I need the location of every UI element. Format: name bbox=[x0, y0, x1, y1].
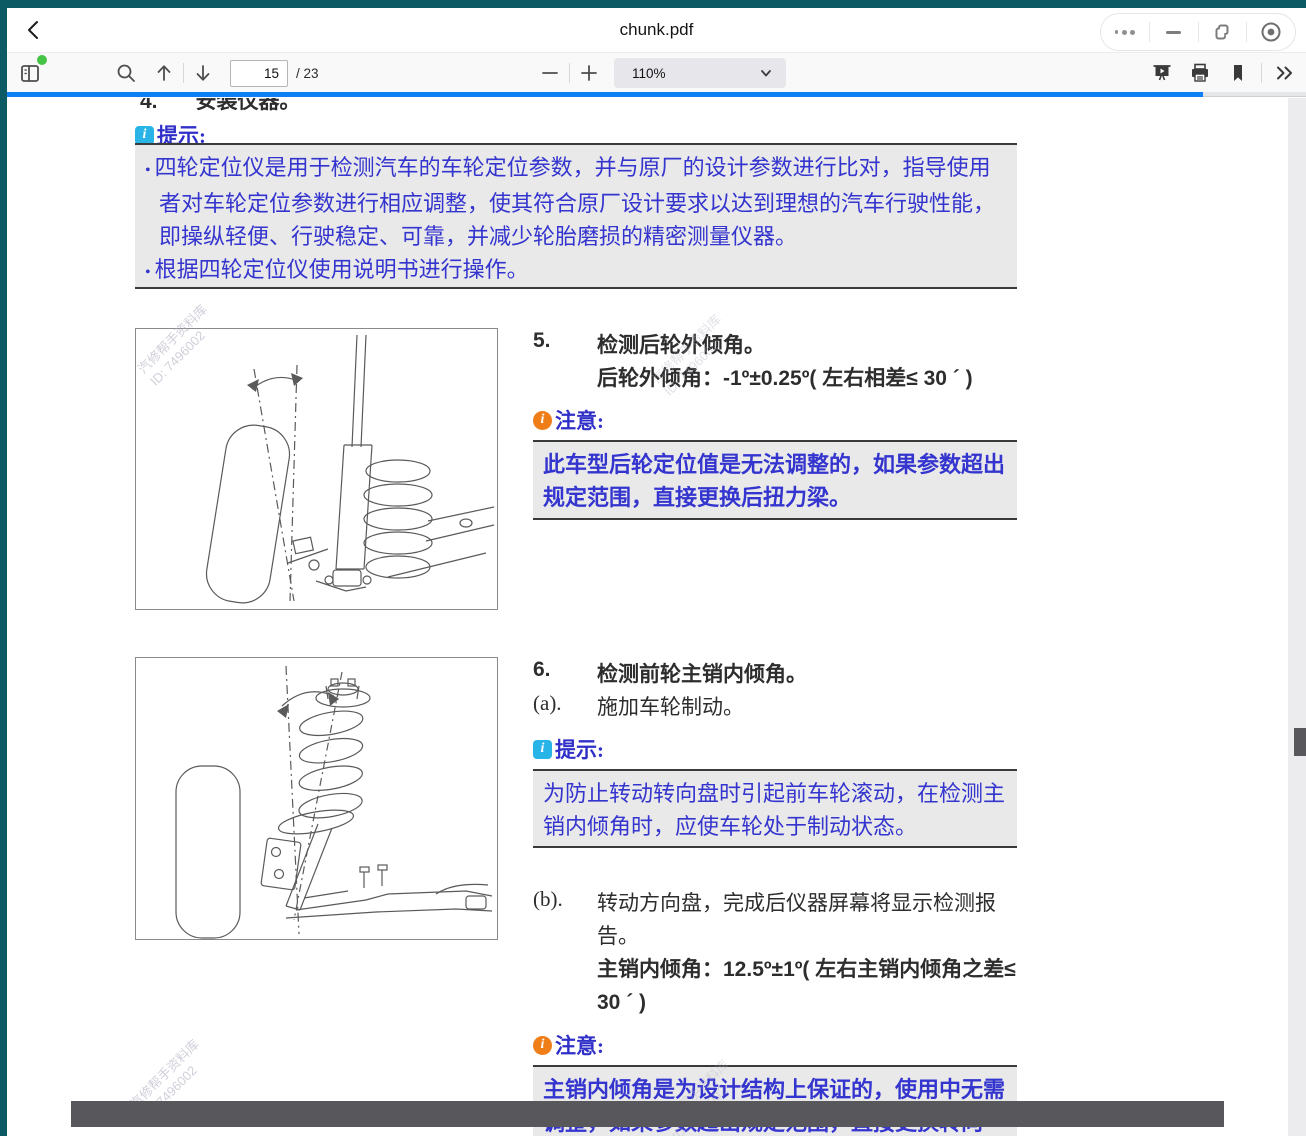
step6b-text: 转动方向盘，完成后仪器屏幕将显示检测报告。 bbox=[597, 887, 1025, 953]
divider bbox=[1198, 22, 1199, 42]
minus-icon bbox=[538, 61, 562, 85]
step5-spec: 后轮外倾角：-1º±0.25º( 左右相差≤ 30 ´ ) bbox=[597, 362, 973, 392]
window-controls bbox=[1100, 13, 1296, 51]
divider bbox=[1246, 22, 1247, 42]
divider bbox=[183, 63, 184, 83]
info-tip-icon: i bbox=[135, 126, 154, 145]
page-total-label: / 23 bbox=[296, 66, 319, 81]
step6a-number: (a). bbox=[533, 691, 562, 716]
info-note-icon: i bbox=[533, 1036, 552, 1055]
presentation-mode-button[interactable] bbox=[1147, 58, 1177, 88]
note-label: 注意: bbox=[555, 405, 604, 435]
zoom-level-select[interactable]: 110% bbox=[614, 58, 786, 88]
rear-suspension-drawing bbox=[136, 329, 497, 609]
page-number-input[interactable] bbox=[230, 60, 288, 87]
zoom-out-button[interactable] bbox=[535, 58, 565, 88]
presentation-screen-icon bbox=[1150, 61, 1174, 85]
figure-rear-camber bbox=[135, 328, 498, 610]
step6b-number: (b). bbox=[533, 887, 563, 912]
note-label-row: i 注意: bbox=[533, 1030, 604, 1060]
close-button[interactable] bbox=[1256, 17, 1286, 47]
sidebar-panel-icon bbox=[18, 61, 42, 85]
next-page-button[interactable] bbox=[188, 58, 218, 88]
sidebar-toggle-button[interactable] bbox=[15, 58, 45, 88]
tip-label: 提示: bbox=[555, 734, 604, 764]
previous-page-button[interactable] bbox=[149, 58, 179, 88]
tip-box-2: 为防止转动转向盘时引起前车轮滚动，在检测主销内倾角时，应使车轮处于制动状态。 bbox=[533, 769, 1017, 848]
vertical-scrollbar-thumb[interactable] bbox=[1294, 728, 1306, 756]
window-frame-left bbox=[0, 0, 7, 1136]
title-bar: chunk.pdf bbox=[7, 8, 1306, 52]
toolbar-left-group: / 23 bbox=[15, 53, 319, 93]
search-icon bbox=[114, 61, 138, 85]
tip-label-row: i 提示: bbox=[533, 734, 604, 764]
clipped-step-line: 4.安装仪器。 bbox=[140, 98, 301, 115]
toolbar-right-group bbox=[1147, 53, 1300, 93]
minimize-icon bbox=[1166, 31, 1181, 34]
tip-item: •四轮定位仪是用于检测汽车的车轮定位参数，并与原厂的设计参数进行比对，指导使用者… bbox=[145, 151, 1007, 253]
tip-text: 为防止转动转向盘时引起前车轮滚动，在检测主销内倾角时，应使车轮处于制动状态。 bbox=[543, 777, 1007, 843]
bookmark-icon bbox=[1226, 61, 1250, 85]
search-button[interactable] bbox=[111, 58, 141, 88]
loading-progress-fill bbox=[7, 92, 1203, 97]
printer-icon bbox=[1188, 61, 1212, 85]
toolbar-zoom-group: 110% bbox=[535, 53, 786, 93]
minimize-button[interactable] bbox=[1159, 17, 1189, 47]
info-tip-icon: i bbox=[533, 740, 552, 759]
window-frame-top bbox=[0, 0, 1306, 8]
vertical-scrollbar-track[interactable] bbox=[1288, 98, 1306, 1136]
chevron-down-icon bbox=[758, 65, 774, 81]
step5-title: 检测后轮外倾角。 bbox=[597, 329, 765, 359]
note-text: 此车型后轮定位值是无法调整的，如果参数超出规定范围，直接更换后扭力梁。 bbox=[543, 448, 1007, 514]
bookmark-button[interactable] bbox=[1223, 58, 1253, 88]
note-label: 注意: bbox=[555, 1030, 604, 1060]
tip-box-1: •四轮定位仪是用于检测汽车的车轮定位参数，并与原厂的设计参数进行比对，指导使用者… bbox=[135, 143, 1017, 289]
dot-icon bbox=[1122, 30, 1127, 35]
divider bbox=[569, 63, 570, 83]
tip-item: •根据四轮定位仪使用说明书进行操作。 bbox=[145, 253, 1007, 289]
step6-title: 检测前轮主销内倾角。 bbox=[597, 658, 807, 688]
step5-number: 5. bbox=[533, 329, 551, 353]
divider bbox=[1149, 22, 1150, 42]
front-suspension-drawing bbox=[136, 658, 497, 939]
horizontal-scrollbar-thumb[interactable] bbox=[71, 1101, 1224, 1127]
plus-icon bbox=[577, 61, 601, 85]
arrow-up-icon bbox=[152, 61, 176, 85]
print-button[interactable] bbox=[1185, 58, 1215, 88]
dot-icon bbox=[1130, 30, 1135, 35]
maximize-restore-icon bbox=[1210, 20, 1234, 44]
notification-dot bbox=[37, 55, 47, 65]
maximize-button[interactable] bbox=[1207, 17, 1237, 47]
pdf-page: 汽修帮手资料库ID: 7496002 汽修帮手资料库ID: 7496002 汽修… bbox=[7, 98, 1288, 1136]
divider bbox=[1261, 63, 1262, 83]
loading-progress-track bbox=[7, 92, 1306, 97]
step6a-text: 施加车轮制动。 bbox=[597, 691, 744, 721]
more-options-button[interactable] bbox=[1110, 17, 1140, 47]
arrow-down-icon bbox=[191, 61, 215, 85]
figure-front-sai bbox=[135, 657, 498, 940]
note-label-row: i 注意: bbox=[533, 405, 604, 435]
note-box-1: 此车型后轮定位值是无法调整的，如果参数超出规定范围，直接更换后扭力梁。 bbox=[533, 440, 1017, 520]
record-circle-icon bbox=[1258, 19, 1284, 45]
step6-number: 6. bbox=[533, 658, 551, 682]
zoom-level-value: 110% bbox=[632, 66, 758, 81]
pdf-toolbar: / 23 110% bbox=[7, 52, 1306, 92]
info-note-icon: i bbox=[533, 411, 552, 430]
dot-icon bbox=[1115, 30, 1119, 34]
more-tools-button[interactable] bbox=[1270, 58, 1300, 88]
double-chevron-right-icon bbox=[1273, 61, 1297, 85]
zoom-in-button[interactable] bbox=[574, 58, 604, 88]
step6b-spec: 主销内倾角：12.5º±1º( 左右主销内倾角之差≤ 30 ´ ) bbox=[597, 953, 1027, 1019]
